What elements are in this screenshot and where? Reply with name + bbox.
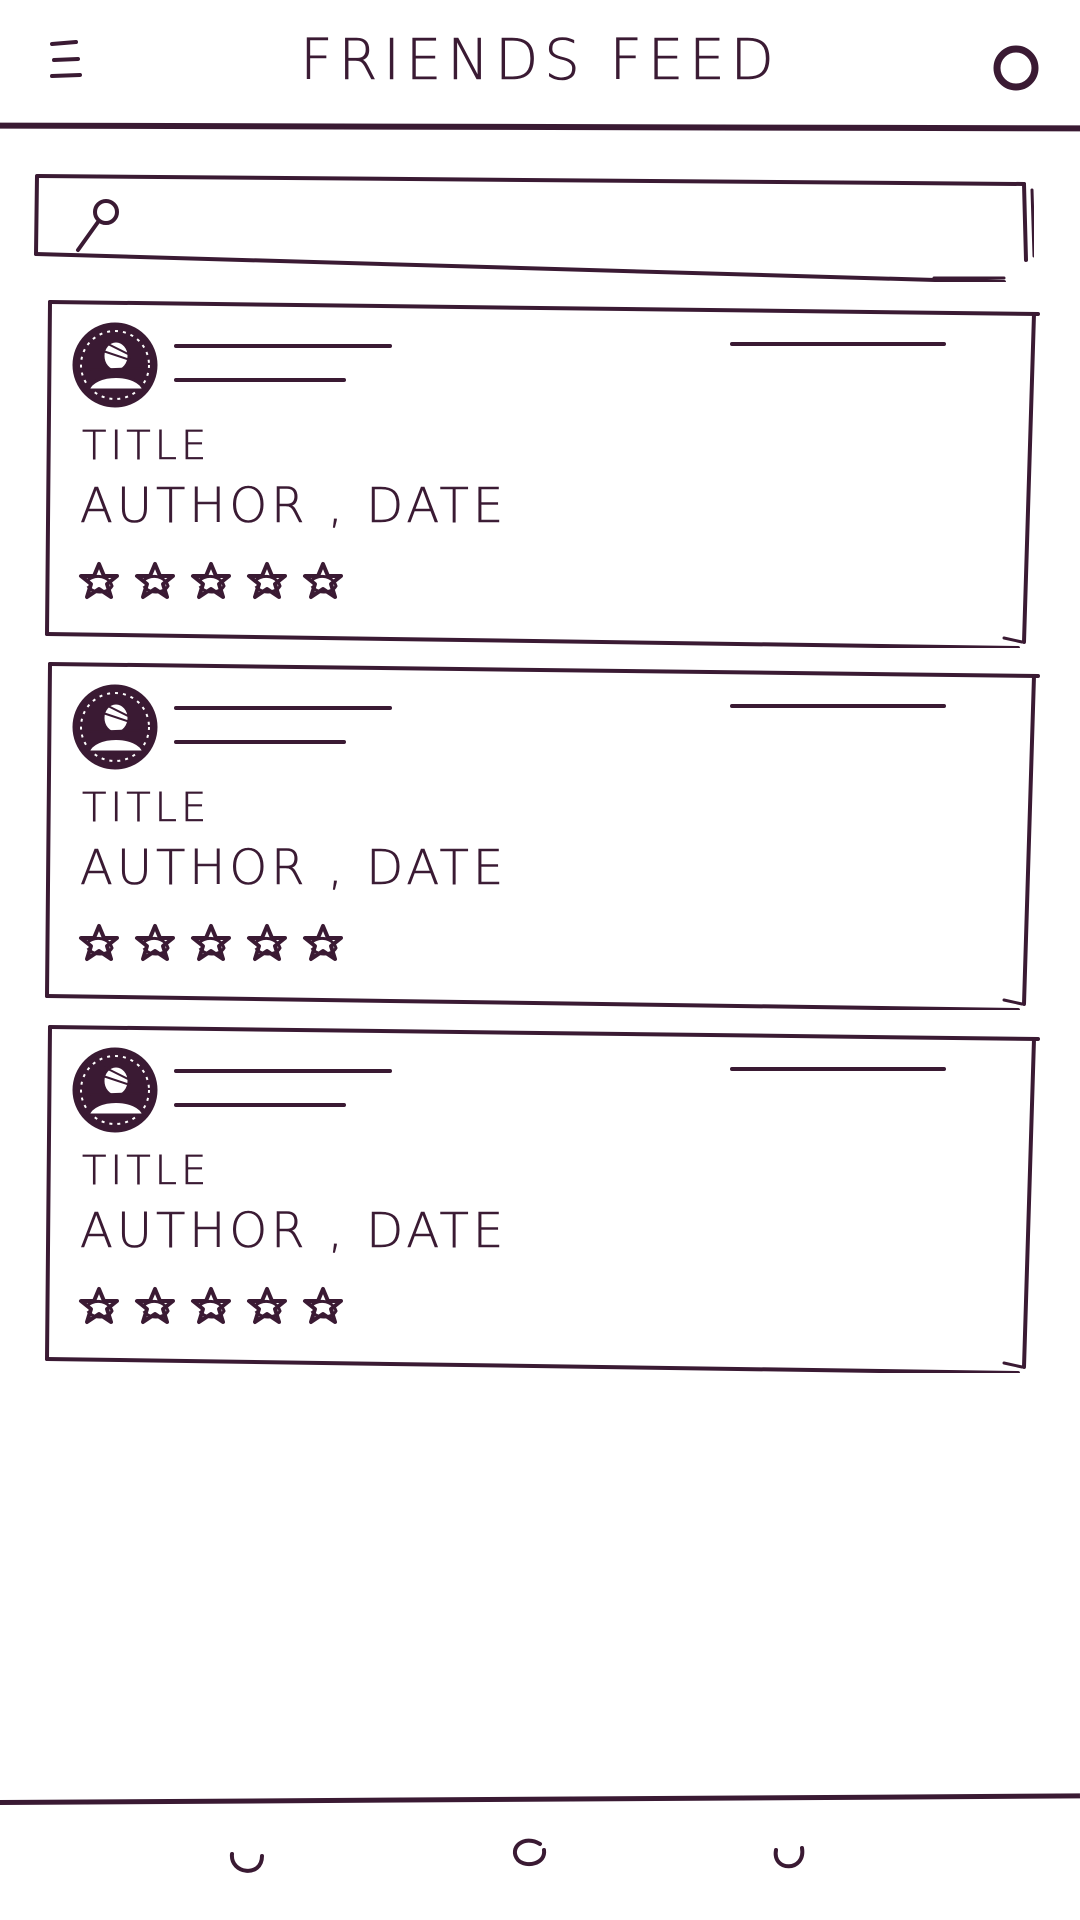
star-rating[interactable] <box>78 1285 344 1327</box>
nav-circle-icon[interactable] <box>504 1830 554 1880</box>
feed-card[interactable]: TITLE AUTHOR , DATE <box>44 298 1044 648</box>
card-title: TITLE <box>82 423 211 470</box>
app-header: FRIENDS FEED <box>0 0 1080 132</box>
subtitle-placeholder-line <box>174 378 346 382</box>
star-icon[interactable] <box>134 922 176 964</box>
star-icon[interactable] <box>302 1285 344 1327</box>
subtitle-placeholder-line <box>174 740 346 744</box>
nav-circle-icon[interactable] <box>222 1840 272 1890</box>
star-icon[interactable] <box>78 1285 120 1327</box>
timestamp-placeholder-line <box>730 704 946 708</box>
feed-card[interactable]: TITLE AUTHOR , DATE <box>44 660 1044 1010</box>
search-icon <box>76 199 119 252</box>
avatar <box>72 322 158 408</box>
timestamp-placeholder-line <box>730 342 946 346</box>
star-icon[interactable] <box>78 560 120 602</box>
star-rating[interactable] <box>78 560 344 602</box>
search-bar[interactable] <box>34 170 1034 282</box>
username-placeholder-line <box>174 344 392 348</box>
star-icon[interactable] <box>246 1285 288 1327</box>
star-icon[interactable] <box>246 922 288 964</box>
star-icon[interactable] <box>246 560 288 602</box>
timestamp-placeholder-line <box>730 1067 946 1071</box>
card-author-date: AUTHOR , DATE <box>80 1203 508 1260</box>
card-title: TITLE <box>82 1148 211 1195</box>
feed-card[interactable]: TITLE AUTHOR , DATE <box>44 1023 1044 1373</box>
username-placeholder-line <box>174 706 392 710</box>
card-title: TITLE <box>82 785 211 832</box>
hamburger-menu-icon[interactable] <box>48 38 88 82</box>
search-input[interactable] <box>144 196 1008 258</box>
star-icon[interactable] <box>302 922 344 964</box>
star-icon[interactable] <box>302 560 344 602</box>
star-icon[interactable] <box>190 1285 232 1327</box>
bottom-nav-divider <box>0 1793 1080 1805</box>
card-author-date: AUTHOR , DATE <box>80 478 508 535</box>
star-rating[interactable] <box>78 922 344 964</box>
avatar <box>72 684 158 770</box>
avatar <box>72 1047 158 1133</box>
username-placeholder-line <box>174 1069 392 1073</box>
star-icon[interactable] <box>134 1285 176 1327</box>
star-icon[interactable] <box>190 922 232 964</box>
page-title: FRIENDS FEED <box>300 28 780 94</box>
star-icon[interactable] <box>134 560 176 602</box>
star-icon[interactable] <box>190 560 232 602</box>
subtitle-placeholder-line <box>174 1103 346 1107</box>
header-divider <box>0 122 1080 132</box>
star-icon[interactable] <box>78 922 120 964</box>
card-author-date: AUTHOR , DATE <box>80 840 508 897</box>
nav-circle-icon[interactable] <box>764 1836 814 1886</box>
profile-icon[interactable] <box>990 42 1042 94</box>
